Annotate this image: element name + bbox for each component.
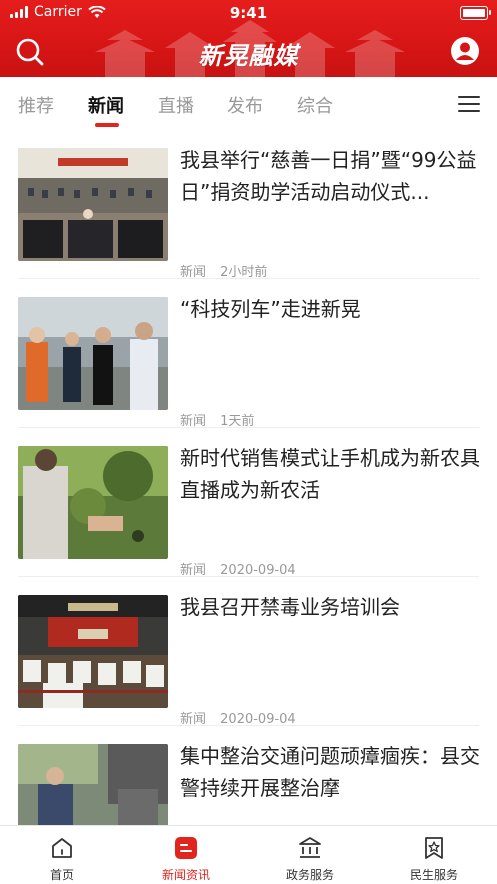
news-item[interactable]: 我县举行“慈善一日捐”暨“99公益日”捐资助学活动启动仪式... 新闻 2小时前 [18, 129, 480, 280]
tab-publish[interactable]: 发布 [227, 92, 263, 118]
news-thumbnail [18, 446, 168, 559]
nav-news[interactable]: 新闻资讯 [124, 826, 248, 884]
nav-government[interactable]: 政务服务 [248, 826, 372, 884]
news-title[interactable]: 我县召开禁毒业务培训会 [180, 591, 480, 623]
news-thumbnail [18, 744, 168, 825]
app-logo: 新晃融媒 [198, 42, 299, 70]
news-title[interactable]: “科技列车”走进新晃 [180, 293, 480, 325]
news-list: 我县举行“慈善一日捐”暨“99公益日”捐资助学活动启动仪式... 新闻 2小时前… [0, 129, 497, 825]
government-icon [299, 837, 321, 858]
app-header: Carrier 9:41 新晃融媒 [0, 0, 497, 77]
news-thumbnail [18, 148, 168, 261]
nav-news-label: 新闻资讯 [161, 868, 210, 882]
tab-recommend[interactable]: 推荐 [18, 92, 54, 118]
news-thumbnail [18, 595, 168, 708]
bottom-navigation: 首页 新闻资讯 政务服务 民生服务 [0, 825, 497, 884]
badge-icon [425, 837, 443, 859]
user-icon[interactable] [450, 36, 480, 66]
news-title[interactable]: 集中整治交通问题顽瘴痼疾：县交警持续开展整治摩 [180, 740, 480, 804]
nav-livelihood-label: 民生服务 [409, 868, 458, 882]
nav-livelihood[interactable]: 民生服务 [372, 826, 496, 884]
nav-government-label: 政务服务 [285, 868, 334, 882]
home-icon [52, 838, 72, 858]
menu-icon[interactable] [458, 96, 480, 112]
tab-general[interactable]: 综合 [297, 92, 333, 118]
tab-news[interactable]: 新闻 [88, 92, 124, 118]
battery-icon [460, 6, 491, 20]
category-tabs: 推荐 新闻 直播 发布 综合 [0, 77, 497, 129]
status-bar: Carrier 9:41 [0, 0, 497, 26]
nav-home-label: 首页 [49, 868, 74, 882]
status-time: 9:41 [229, 4, 268, 22]
news-thumbnail [18, 297, 168, 410]
news-item[interactable]: 集中整治交通问题顽瘴痼疾：县交警持续开展整治摩 [18, 725, 480, 825]
news-title[interactable]: 新时代销售模式让手机成为新农具 直播成为新农活 [180, 442, 480, 506]
news-title[interactable]: 我县举行“慈善一日捐”暨“99公益日”捐资助学活动启动仪式... [180, 144, 480, 208]
news-icon [175, 837, 197, 859]
news-item[interactable]: “科技列车”走进新晃 新闻 1天前 [18, 278, 480, 429]
tab-live[interactable]: 直播 [158, 92, 194, 118]
news-item[interactable]: 新时代销售模式让手机成为新农具 直播成为新农活 新闻 2020-09-04 [18, 427, 480, 578]
active-tab-indicator [95, 123, 119, 127]
news-item[interactable]: 我县召开禁毒业务培训会 新闻 2020-09-04 [18, 576, 480, 727]
nav-home[interactable]: 首页 [0, 826, 124, 884]
